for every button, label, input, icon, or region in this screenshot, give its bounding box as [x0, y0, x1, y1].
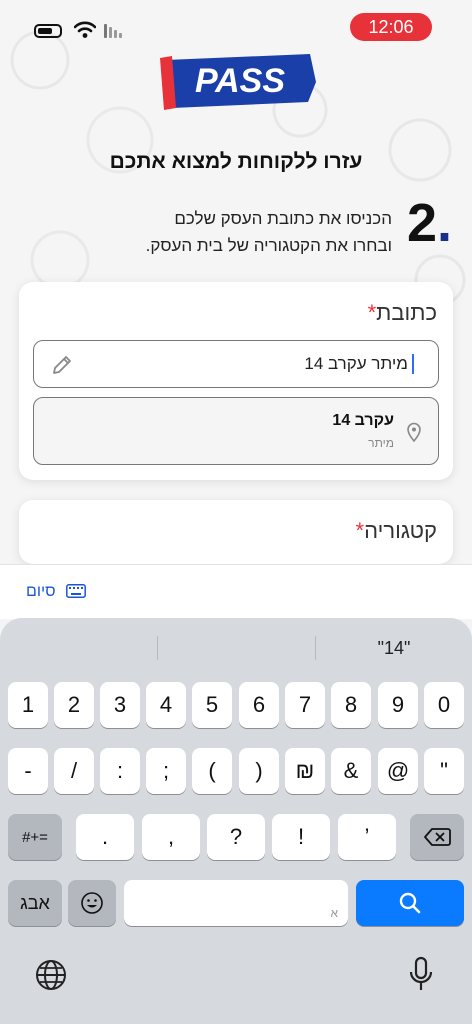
- key[interactable]: /: [54, 748, 94, 794]
- search-key[interactable]: [356, 880, 464, 926]
- symbols-mode-key[interactable]: #+=: [8, 814, 62, 860]
- status-time: 12:06: [350, 13, 432, 41]
- step-instructions: הכניסו את כתובת העסק שלכם ובחרו את הקטגו…: [62, 205, 392, 259]
- emoji-key[interactable]: [68, 880, 116, 926]
- key[interactable]: ’: [338, 814, 396, 860]
- battery-icon: [34, 24, 62, 38]
- status-bar: 12:06: [0, 0, 472, 54]
- step-number: 2.: [406, 193, 452, 253]
- key[interactable]: 3: [100, 682, 140, 728]
- wifi-icon: [74, 21, 96, 38]
- required-mark: *: [367, 300, 377, 325]
- key[interactable]: 4: [146, 682, 186, 728]
- emoji-icon: [81, 892, 103, 914]
- key[interactable]: 8: [331, 682, 371, 728]
- key[interactable]: 6: [239, 682, 279, 728]
- keyboard-suggestion[interactable]: "14": [316, 638, 472, 659]
- search-icon: [399, 892, 421, 914]
- category-card[interactable]: קטגוריה*: [19, 500, 453, 564]
- address-input[interactable]: מיתר עקרב 14: [33, 340, 439, 388]
- key[interactable]: @: [378, 748, 418, 794]
- key[interactable]: -: [8, 748, 48, 794]
- key[interactable]: ": [424, 748, 464, 794]
- key[interactable]: ;: [146, 748, 186, 794]
- location-pin-icon: [407, 422, 421, 442]
- keyboard-accessory-bar: סיום: [0, 564, 472, 619]
- page-headline: עזרו ללקוחות למצוא אתכם: [109, 150, 363, 173]
- address-suggestion[interactable]: עקרב 14 מיתר: [33, 397, 439, 465]
- key[interactable]: ₪: [285, 748, 325, 794]
- done-button[interactable]: סיום: [26, 583, 56, 601]
- key[interactable]: 7: [285, 682, 325, 728]
- key[interactable]: ?: [207, 814, 265, 860]
- key[interactable]: 0: [424, 682, 464, 728]
- key[interactable]: ,: [142, 814, 200, 860]
- backspace-key[interactable]: [410, 814, 464, 860]
- address-label: כתובת*: [367, 300, 437, 325]
- signal-icon: [104, 24, 122, 38]
- step-instruction-line: הכניסו את כתובת העסק שלכם: [174, 209, 392, 228]
- key[interactable]: ): [239, 748, 279, 794]
- key[interactable]: 2: [54, 682, 94, 728]
- key[interactable]: 5: [192, 682, 232, 728]
- key[interactable]: !: [272, 814, 330, 860]
- language-key[interactable]: אבג: [8, 880, 62, 926]
- suggestion-street: עקרב 14: [332, 412, 394, 429]
- space-key[interactable]: א: [124, 880, 348, 926]
- address-card: כתובת* מיתר עקרב 14 עקרב 14 מיתר: [19, 282, 453, 480]
- keyboard: "14" 1 2 3 4 5 6 7 8 9 0 - / : ; ( ) ₪ &…: [0, 618, 472, 1024]
- pass-logo: PASS: [160, 54, 316, 110]
- microphone-icon[interactable]: [408, 956, 434, 994]
- keyboard-suggestion-bar: "14": [0, 618, 472, 678]
- keyboard-icon[interactable]: [66, 584, 86, 598]
- suggestion-city: מיתר: [368, 436, 394, 450]
- step-instruction-line: ובחרו את הקטגוריה של בית העסק.: [145, 236, 392, 255]
- globe-icon[interactable]: [34, 958, 68, 992]
- category-label: קטגוריה*: [355, 518, 437, 543]
- key[interactable]: .: [76, 814, 134, 860]
- key[interactable]: 9: [378, 682, 418, 728]
- key[interactable]: 1: [8, 682, 48, 728]
- key[interactable]: &: [331, 748, 371, 794]
- pencil-icon[interactable]: [50, 353, 74, 377]
- key[interactable]: (: [192, 748, 232, 794]
- address-input-value[interactable]: מיתר עקרב 14: [304, 354, 414, 374]
- svg-text:PASS: PASS: [195, 62, 285, 100]
- backspace-icon: [424, 828, 451, 846]
- required-mark: *: [355, 518, 365, 543]
- key[interactable]: :: [100, 748, 140, 794]
